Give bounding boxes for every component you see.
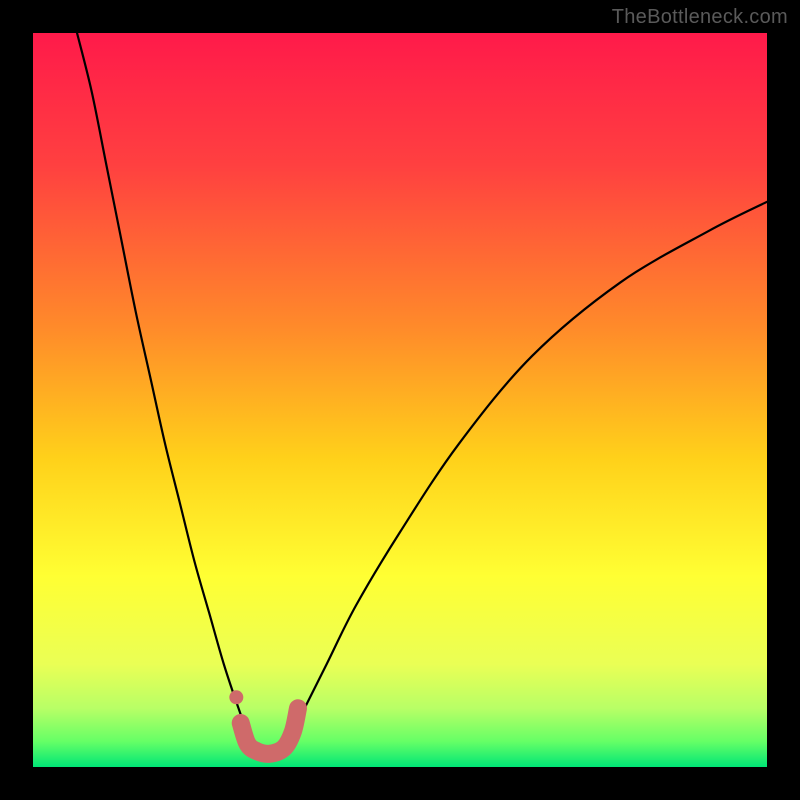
plot-background: [33, 33, 767, 767]
chart-stage: TheBottleneck.com: [0, 0, 800, 800]
watermark-text: TheBottleneck.com: [612, 6, 788, 29]
bottleneck-chart: [0, 0, 800, 800]
point-highlight-dot: [229, 690, 243, 704]
